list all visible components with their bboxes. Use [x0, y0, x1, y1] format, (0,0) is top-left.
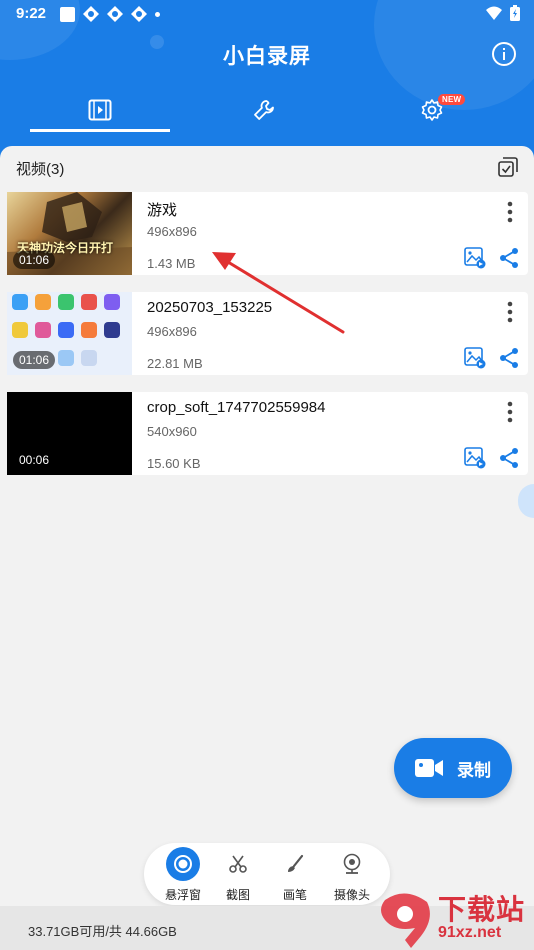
system-icons	[486, 5, 520, 21]
video-duration: 01:06	[13, 251, 56, 269]
video-library-icon	[88, 99, 112, 121]
video-name: 游戏	[147, 202, 178, 219]
storage-info: 33.71GB可用/共 44.66GB	[28, 924, 177, 939]
camera-icon	[335, 847, 369, 881]
tool-screenshot[interactable]: 截图	[213, 843, 263, 905]
video-duration: 00:06	[19, 453, 50, 467]
notification-more-dot	[155, 11, 160, 17]
status-bar: 9:22	[0, 0, 534, 28]
cover-image-icon[interactable]	[464, 347, 486, 369]
video-camera-icon	[415, 759, 443, 777]
status-time: 9:22	[16, 5, 47, 22]
video-resolution: 496x896	[147, 224, 197, 239]
video-thumbnail[interactable]: 01:06	[7, 292, 132, 375]
share-icon[interactable]	[498, 447, 520, 469]
video-card[interactable]: 01:06 20250703_153225 496x896 22.81 MB	[7, 292, 528, 375]
video-thumbnail[interactable]: 天神功法今日开打 01:06	[7, 192, 132, 275]
app-title: 小白录屏	[223, 45, 311, 68]
app-header: 9:22 小白录屏 NEW	[0, 0, 534, 160]
info-icon[interactable]	[490, 40, 518, 68]
float-icon	[166, 847, 200, 881]
quick-toolbar: 悬浮窗 截图 画笔 摄像头	[144, 843, 390, 905]
more-vertical-icon[interactable]	[506, 300, 514, 324]
notification-icons	[60, 6, 160, 22]
cover-image-icon[interactable]	[464, 247, 486, 269]
video-name: 20250703_153225	[147, 299, 273, 316]
tab-videos[interactable]	[30, 88, 170, 132]
notification-app-icon	[107, 6, 123, 22]
watermark-url: 91xz.net	[438, 924, 502, 941]
cover-image-icon[interactable]	[464, 447, 486, 469]
tool-brush[interactable]: 画笔	[270, 843, 320, 905]
more-vertical-icon[interactable]	[506, 400, 514, 424]
tool-label: 画笔	[282, 888, 307, 902]
video-size: 1.43 MB	[147, 256, 196, 271]
tool-label: 截图	[225, 888, 250, 902]
record-button[interactable]: 录制	[394, 738, 512, 798]
share-icon[interactable]	[498, 247, 520, 269]
video-resolution: 540x960	[147, 424, 197, 439]
more-vertical-icon[interactable]	[506, 200, 514, 224]
scissors-icon	[221, 847, 255, 881]
tab-settings[interactable]: NEW	[362, 88, 502, 132]
video-name: crop_soft_1747702559984	[147, 399, 326, 416]
watermark-text: 下载站	[438, 894, 526, 925]
main-tabs: NEW	[0, 88, 534, 136]
video-thumbnail[interactable]: 00:06	[7, 392, 132, 475]
video-duration: 01:06	[13, 351, 56, 369]
tab-tools[interactable]	[194, 88, 334, 132]
tool-label: 悬浮窗	[164, 888, 201, 902]
battery-icon	[510, 5, 520, 21]
tab-indicator	[30, 129, 170, 132]
notification-app-icon	[131, 6, 147, 22]
video-card[interactable]: 天神功法今日开打 01:06 游戏 496x896 1.43 MB	[7, 192, 528, 275]
video-size: 22.81 MB	[147, 356, 203, 371]
multi-select-icon[interactable]	[498, 157, 518, 177]
wifi-icon	[486, 6, 502, 20]
notification-app-icon	[83, 6, 99, 22]
video-size: 15.60 KB	[147, 456, 201, 471]
notification-square-icon	[60, 6, 75, 22]
brush-icon	[278, 847, 312, 881]
video-card[interactable]: 00:06 crop_soft_1747702559984 540x960 15…	[7, 392, 528, 475]
section-title: 视频(3)	[16, 161, 65, 178]
wrench-icon	[254, 100, 274, 120]
record-label: 录制	[457, 760, 491, 780]
video-resolution: 496x896	[147, 324, 197, 339]
tool-floating-window[interactable]: 悬浮窗	[158, 843, 208, 905]
share-icon[interactable]	[498, 347, 520, 369]
new-badge: NEW	[438, 94, 466, 105]
